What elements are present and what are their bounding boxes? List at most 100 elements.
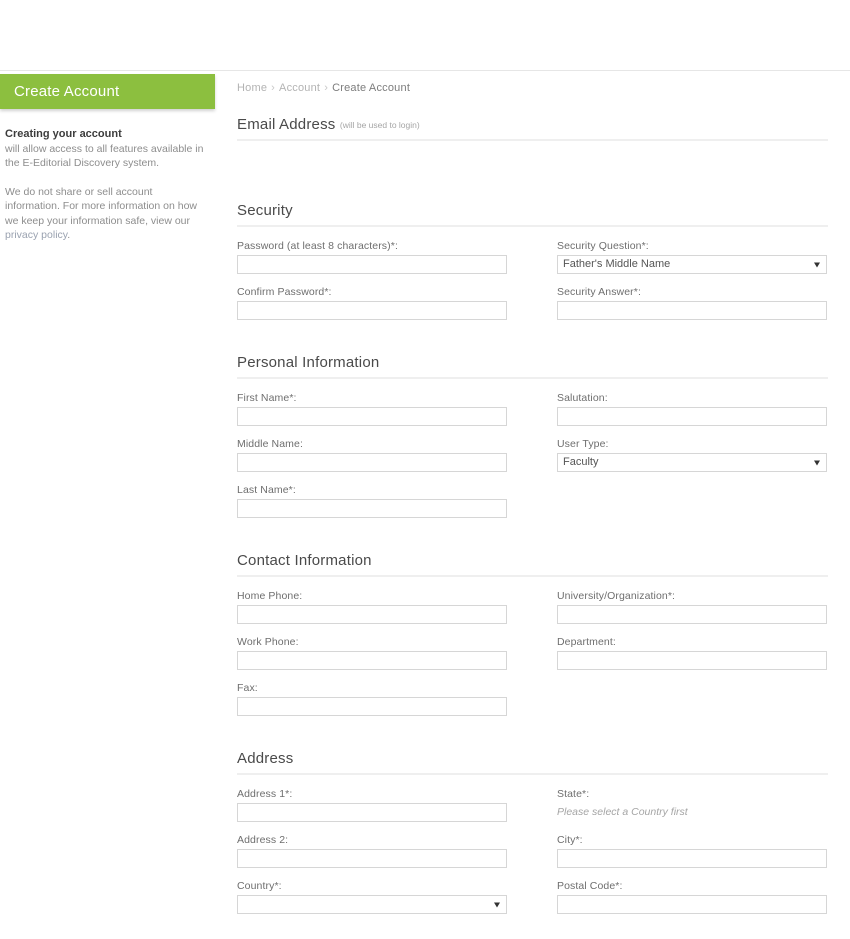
section-title: Address <box>237 750 829 773</box>
field-column-right: University/Organization*: Department: <box>557 590 827 728</box>
section-address-fields: Address 1*: Address 2: Country*: State*:… <box>237 788 829 926</box>
field-salutation: Salutation: <box>557 392 827 426</box>
field-first-name: First Name*: <box>237 392 507 426</box>
password-field[interactable] <box>237 255 507 274</box>
salutation-field[interactable] <box>557 407 827 426</box>
section-divider <box>237 575 828 577</box>
section-title-text: Personal Information <box>237 354 380 371</box>
home-phone-field[interactable] <box>237 605 507 624</box>
sidebar-privacy-paragraph: We do not share or sell account informat… <box>5 185 204 243</box>
field-label: Address 1*: <box>237 788 293 800</box>
breadcrumb-item-account[interactable]: Account <box>279 82 320 94</box>
section-title-text: Address <box>237 750 294 767</box>
field-label: Fax: <box>237 682 258 694</box>
section-contact-fields: Home Phone: Work Phone: Fax: University/… <box>237 590 829 728</box>
field-column-left: Address 1*: Address 2: Country*: <box>237 788 507 926</box>
sidebar: Create Account Creating your account wil… <box>0 74 226 243</box>
select-value: Father's Middle Name <box>563 258 671 270</box>
field-postal-code: Postal Code*: <box>557 880 827 914</box>
first-name-field[interactable] <box>237 407 507 426</box>
last-name-field[interactable] <box>237 499 507 518</box>
field-column-left: Home Phone: Work Phone: Fax: <box>237 590 507 728</box>
chevron-down-icon <box>814 460 820 465</box>
section-title: Personal Information <box>237 354 829 377</box>
field-label: University/Organization*: <box>557 590 676 602</box>
field-state: State*: Please select a Country first <box>557 788 827 822</box>
field-department: Department: <box>557 636 827 670</box>
address-2-field[interactable] <box>237 849 507 868</box>
breadcrumb-separator: › <box>324 82 329 94</box>
work-phone-field[interactable] <box>237 651 507 670</box>
section-title-text: Contact Information <box>237 552 372 569</box>
field-column-left: First Name*: Middle Name: Last Name*: <box>237 392 507 530</box>
field-work-phone: Work Phone: <box>237 636 507 670</box>
section-divider <box>237 377 828 379</box>
sidebar-privacy-policy-link[interactable]: privacy policy <box>5 229 67 241</box>
field-label: Security Answer*: <box>557 286 641 298</box>
header-divider <box>0 70 850 71</box>
section-email-fields <box>237 154 829 180</box>
section-title: Email Address (will be used to login) <box>237 116 829 139</box>
security-question-select[interactable]: Father's Middle Name <box>557 255 827 274</box>
section-security-fields: Password (at least 8 characters)*: Confi… <box>237 240 829 332</box>
field-column-right: State*: Please select a Country first Ci… <box>557 788 827 926</box>
create-account-page: Create Account Creating your account wil… <box>0 0 850 939</box>
field-label: Salutation: <box>557 392 608 404</box>
sidebar-intro-paragraph: Creating your account will allow access … <box>5 127 204 171</box>
section-divider <box>237 225 828 227</box>
field-label: Department: <box>557 636 616 648</box>
field-user-type: User Type: Faculty <box>557 438 827 472</box>
breadcrumb-item-create-account: Create Account <box>332 82 411 94</box>
department-field[interactable] <box>557 651 827 670</box>
section-email-address: Email Address (will be used to login) <box>237 116 829 180</box>
section-title-text: Email Address <box>237 116 336 133</box>
section-title-text: Security <box>237 202 293 219</box>
field-label: Password (at least 8 characters)*: <box>237 240 398 252</box>
middle-name-field[interactable] <box>237 453 507 472</box>
section-title: Security <box>237 202 829 225</box>
field-column-right: Security Question*: Father's Middle Name… <box>557 240 827 332</box>
confirm-password-field[interactable] <box>237 301 507 320</box>
section-personal-information: Personal Information First Name*: Middle… <box>237 354 829 530</box>
field-label: Home Phone: <box>237 590 303 602</box>
breadcrumb-separator: › <box>271 82 276 94</box>
sidebar-banner: Create Account <box>0 74 215 109</box>
field-middle-name: Middle Name: <box>237 438 507 472</box>
field-home-phone: Home Phone: <box>237 590 507 624</box>
chevron-down-icon <box>494 902 500 907</box>
field-city: City*: <box>557 834 827 868</box>
university-organization-field[interactable] <box>557 605 827 624</box>
field-label: Confirm Password*: <box>237 286 332 298</box>
section-personal-fields: First Name*: Middle Name: Last Name*: Sa… <box>237 392 829 530</box>
field-label: Address 2: <box>237 834 289 846</box>
user-type-select[interactable]: Faculty <box>557 453 827 472</box>
section-address: Address Address 1*: Address 2: Country*: <box>237 750 829 926</box>
city-field[interactable] <box>557 849 827 868</box>
security-answer-field[interactable] <box>557 301 827 320</box>
chevron-down-icon <box>814 262 820 267</box>
section-title: Contact Information <box>237 552 829 575</box>
field-label: Middle Name: <box>237 438 303 450</box>
country-select[interactable] <box>237 895 507 914</box>
sidebar-privacy-text-end: . <box>67 229 71 241</box>
sidebar-intro-text: will allow access to all features availa… <box>5 142 204 170</box>
address-1-field[interactable] <box>237 803 507 822</box>
field-label: State*: <box>557 788 590 800</box>
fax-field[interactable] <box>237 697 507 716</box>
field-column-left: Password (at least 8 characters)*: Confi… <box>237 240 507 332</box>
section-divider <box>237 139 828 141</box>
breadcrumb-item-home[interactable]: Home <box>237 82 267 94</box>
field-security-answer: Security Answer*: <box>557 286 827 320</box>
field-address-2: Address 2: <box>237 834 507 868</box>
postal-code-field[interactable] <box>557 895 827 914</box>
field-confirm-password: Confirm Password*: <box>237 286 507 320</box>
section-divider <box>237 773 828 775</box>
field-password: Password (at least 8 characters)*: <box>237 240 507 274</box>
field-label: Country*: <box>237 880 282 892</box>
field-last-name: Last Name*: <box>237 484 507 518</box>
sidebar-heading: Creating your account <box>5 128 122 140</box>
field-address-1: Address 1*: <box>237 788 507 822</box>
select-value: Faculty <box>563 456 599 468</box>
field-label: Work Phone: <box>237 636 299 648</box>
field-security-question: Security Question*: Father's Middle Name <box>557 240 827 274</box>
